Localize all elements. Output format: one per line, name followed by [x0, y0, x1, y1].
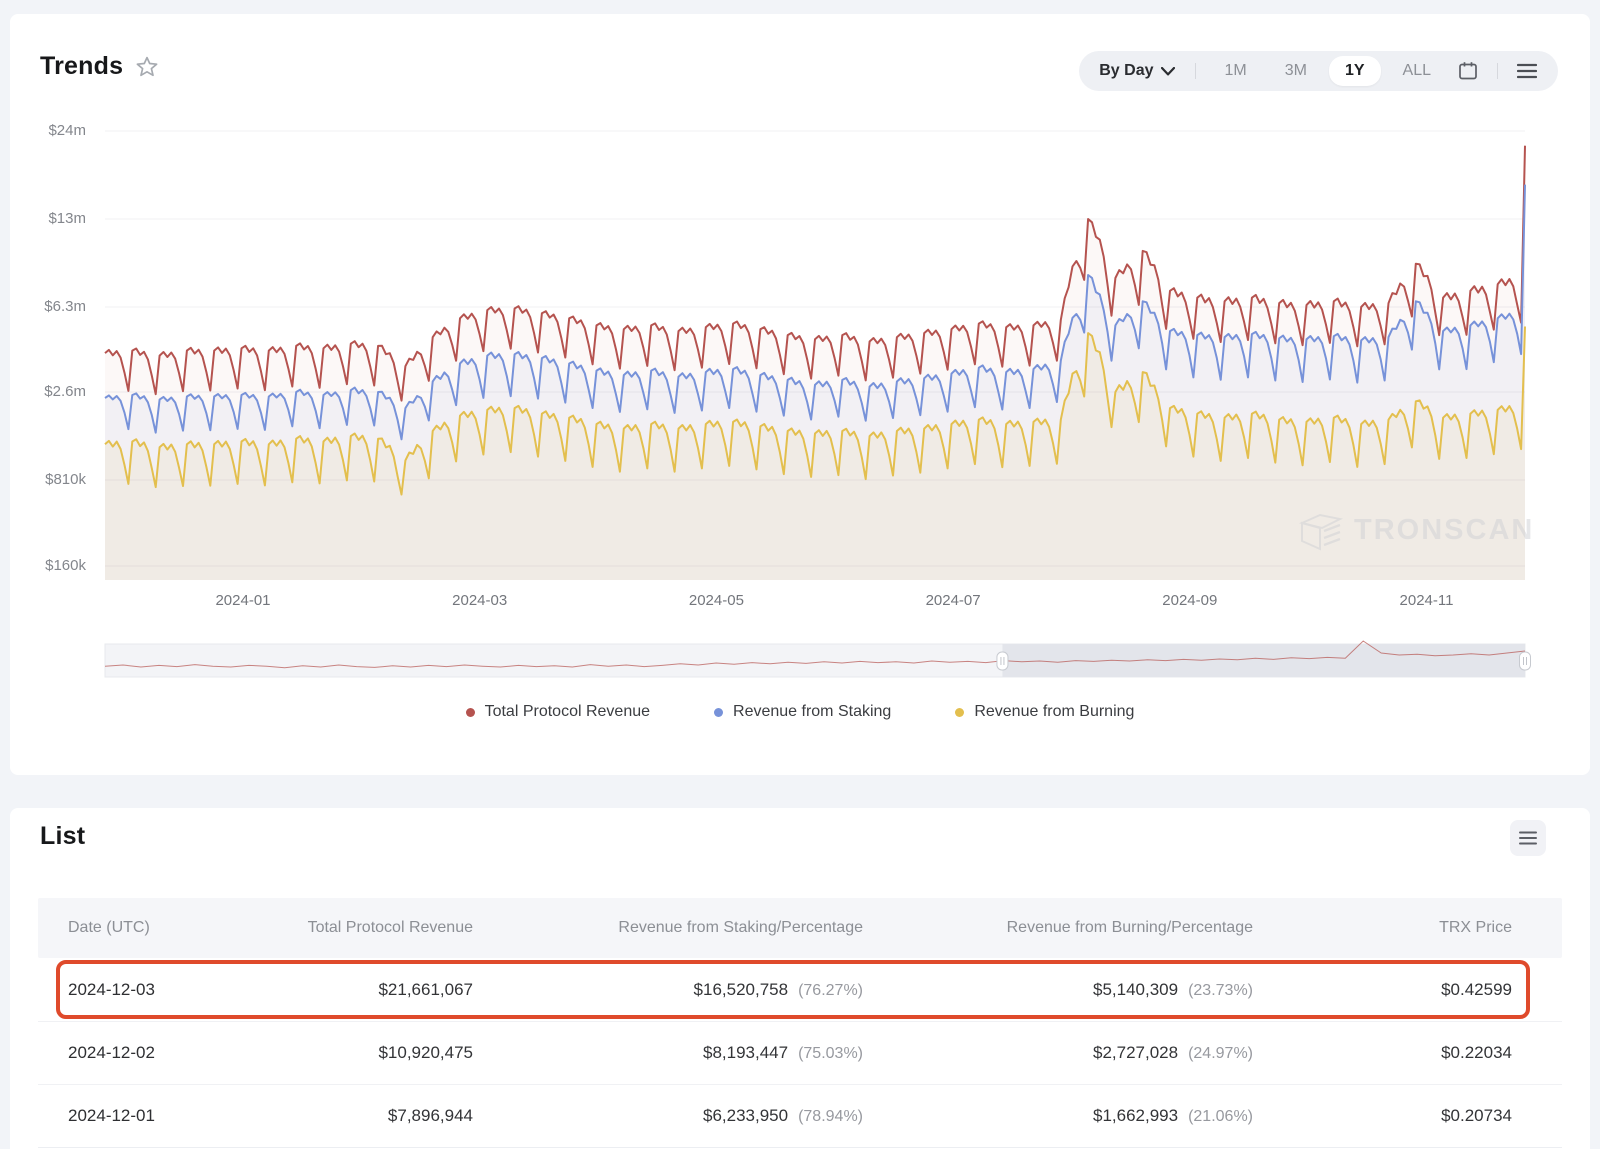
y-axis-label: $810k	[14, 471, 86, 488]
trends-panel: Trends By Day 1M3M1YALL	[10, 14, 1590, 775]
chart-menu-button[interactable]	[1510, 54, 1544, 88]
legend-label: Revenue from Burning	[974, 703, 1134, 721]
range-button-all[interactable]: ALL	[1387, 56, 1447, 86]
table-cell: $7,896,944	[258, 1106, 473, 1126]
legend-label: Total Protocol Revenue	[485, 703, 650, 721]
trends-chart[interactable]	[10, 14, 1590, 775]
range-button-3m[interactable]: 3M	[1269, 56, 1323, 86]
table-cell: 2024-12-01	[68, 1106, 258, 1126]
table-header-cell: Total Protocol Revenue	[258, 919, 473, 937]
y-axis-label: $24m	[14, 122, 86, 139]
legend-dot	[955, 708, 964, 717]
table-cell: $6,233,950(78.94%)	[473, 1106, 863, 1126]
legend-label: Revenue from Staking	[733, 703, 891, 721]
table-header-cell: Date (UTC)	[68, 919, 258, 937]
favorite-star-icon[interactable]	[135, 55, 159, 79]
hamburger-icon	[1519, 831, 1537, 845]
legend-dot	[714, 708, 723, 717]
x-axis-label: 2024-03	[452, 592, 507, 609]
table-row[interactable]: 2024-12-01$7,896,944$6,233,950(78.94%)$1…	[38, 1084, 1562, 1147]
table-cell: $10,920,475	[258, 1043, 473, 1063]
y-axis-label: $13m	[14, 210, 86, 227]
table-header-cell: Revenue from Staking/Percentage	[473, 919, 863, 937]
x-axis-label: 2024-05	[689, 592, 744, 609]
by-day-label: By Day	[1099, 62, 1153, 80]
trends-title: Trends	[40, 52, 123, 81]
calendar-icon	[1457, 60, 1479, 82]
table-cell: 2024-12-02	[68, 1043, 258, 1063]
table-cell: $2,727,028(24.97%)	[863, 1043, 1253, 1063]
chart-legend: Total Protocol Revenue Revenue from Staki…	[10, 703, 1590, 721]
table-row[interactable]: 2024-12-03$21,661,067$16,520,758(76.27%)…	[38, 958, 1562, 1021]
table-header-cell: TRX Price	[1253, 919, 1512, 937]
chart-toolbar: By Day 1M3M1YALL	[1079, 51, 1558, 91]
x-axis-label: 2024-07	[926, 592, 981, 609]
y-axis-label: $6.3m	[14, 298, 86, 315]
toolbar-divider	[1195, 63, 1196, 79]
table-header-row: Date (UTC)Total Protocol RevenueRevenue …	[38, 898, 1562, 958]
legend-dot	[466, 708, 475, 717]
range-button-1y[interactable]: 1Y	[1329, 56, 1381, 86]
table-row[interactable]: 2024-12-02$10,920,475$8,193,447(75.03%)$…	[38, 1021, 1562, 1084]
table-cell: $8,193,447(75.03%)	[473, 1043, 863, 1063]
table-cell: $5,140,309(23.73%)	[863, 980, 1253, 1000]
table-cell: $21,661,067	[258, 980, 473, 1000]
table-cell: $0.22034	[1253, 1043, 1512, 1063]
table-header-cell: Revenue from Burning/Percentage	[863, 919, 1253, 937]
y-axis-label: $160k	[14, 557, 86, 574]
row-divider	[38, 1147, 1562, 1148]
legend-item[interactable]: Revenue from Burning	[955, 703, 1134, 721]
chevron-down-icon	[1161, 67, 1175, 76]
table-cell: $16,520,758(76.27%)	[473, 980, 863, 1000]
table-cell: $1,662,993(21.06%)	[863, 1106, 1253, 1126]
list-panel: List Date (UTC)Total Protocol RevenueRev…	[10, 808, 1590, 1149]
by-day-dropdown[interactable]: By Day	[1099, 62, 1183, 80]
list-title: List	[40, 822, 85, 851]
range-button-1m[interactable]: 1M	[1208, 56, 1262, 86]
table-cell: $0.20734	[1253, 1106, 1512, 1126]
toolbar-divider	[1497, 63, 1498, 79]
table-cell: 2024-12-03	[68, 980, 258, 1000]
list-menu-button[interactable]	[1510, 820, 1546, 856]
legend-item[interactable]: Revenue from Staking	[714, 703, 891, 721]
y-axis-label: $2.6m	[14, 383, 86, 400]
navigator-handle[interactable]	[997, 652, 1008, 670]
hamburger-icon	[1517, 63, 1537, 79]
x-axis-label: 2024-11	[1400, 592, 1454, 609]
legend-item[interactable]: Total Protocol Revenue	[466, 703, 650, 721]
x-axis-label: 2024-09	[1162, 592, 1217, 609]
calendar-button[interactable]	[1451, 54, 1485, 88]
table-cell: $0.42599	[1253, 980, 1512, 1000]
x-axis-label: 2024-01	[215, 592, 270, 609]
navigator-handle[interactable]	[1520, 652, 1531, 670]
